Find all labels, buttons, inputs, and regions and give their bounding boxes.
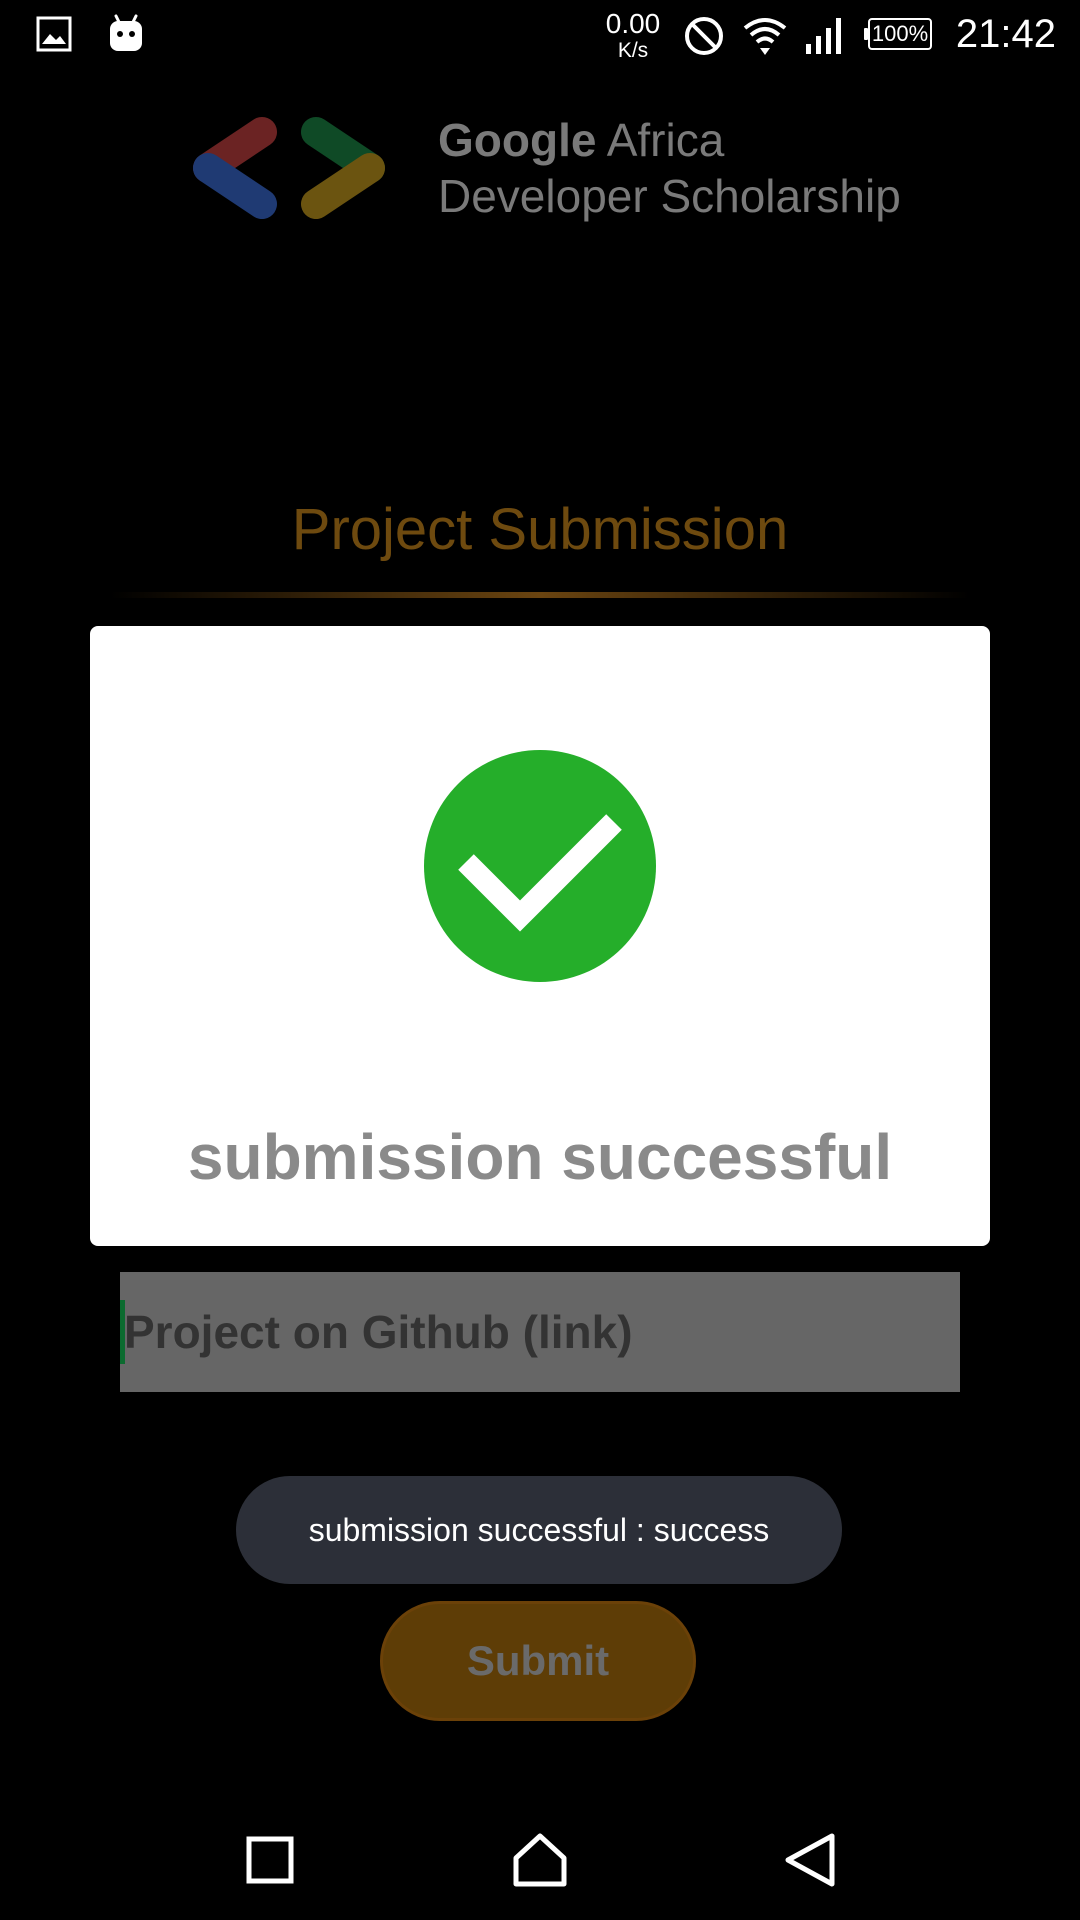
gads-logo-icon — [193, 117, 385, 219]
wifi-icon — [743, 18, 787, 55]
logo-line1: Google Africa — [438, 112, 901, 168]
page-title: Project Submission — [291, 497, 789, 562]
android-icon — [110, 14, 142, 51]
signal-icon — [806, 18, 841, 54]
navigation-bar — [0, 1800, 1080, 1920]
home-icon[interactable] — [510, 1830, 570, 1890]
success-check-icon — [424, 750, 656, 982]
network-speed-unit: K/s — [617, 39, 649, 62]
logo-africa: Africa — [596, 114, 725, 166]
back-icon[interactable] — [780, 1830, 840, 1890]
recents-icon[interactable] — [240, 1830, 300, 1890]
logo-google: Google — [438, 114, 597, 166]
dialog-message: submission successful — [187, 1121, 893, 1193]
screen: 0.00 K/s 100% 21:42 Google Africa Develo… — [0, 0, 1080, 1920]
network-speed-value: 0.00 — [605, 8, 661, 39]
network-speed: 0.00 K/s — [598, 8, 668, 62]
do-not-disturb-icon — [685, 17, 723, 55]
battery-percent: 100% — [871, 21, 929, 46]
logo-line2: Developer Scholarship — [438, 170, 901, 222]
gallery-icon — [36, 16, 72, 52]
battery-icon: 100% — [864, 18, 938, 52]
status-bar: 0.00 K/s 100% 21:42 — [0, 0, 1080, 72]
github-link-input[interactable]: Project on Github (link) — [120, 1272, 960, 1392]
clock: 21:42 — [955, 12, 1056, 56]
toast-message: submission successful : success — [236, 1476, 842, 1584]
success-dialog: submission successful — [90, 626, 990, 1246]
title-divider — [110, 592, 970, 598]
submit-button[interactable]: Submit — [380, 1601, 696, 1721]
logo-text: Google Africa Developer Scholarship — [438, 112, 901, 224]
github-link-placeholder: Project on Github (link) — [124, 1306, 633, 1358]
